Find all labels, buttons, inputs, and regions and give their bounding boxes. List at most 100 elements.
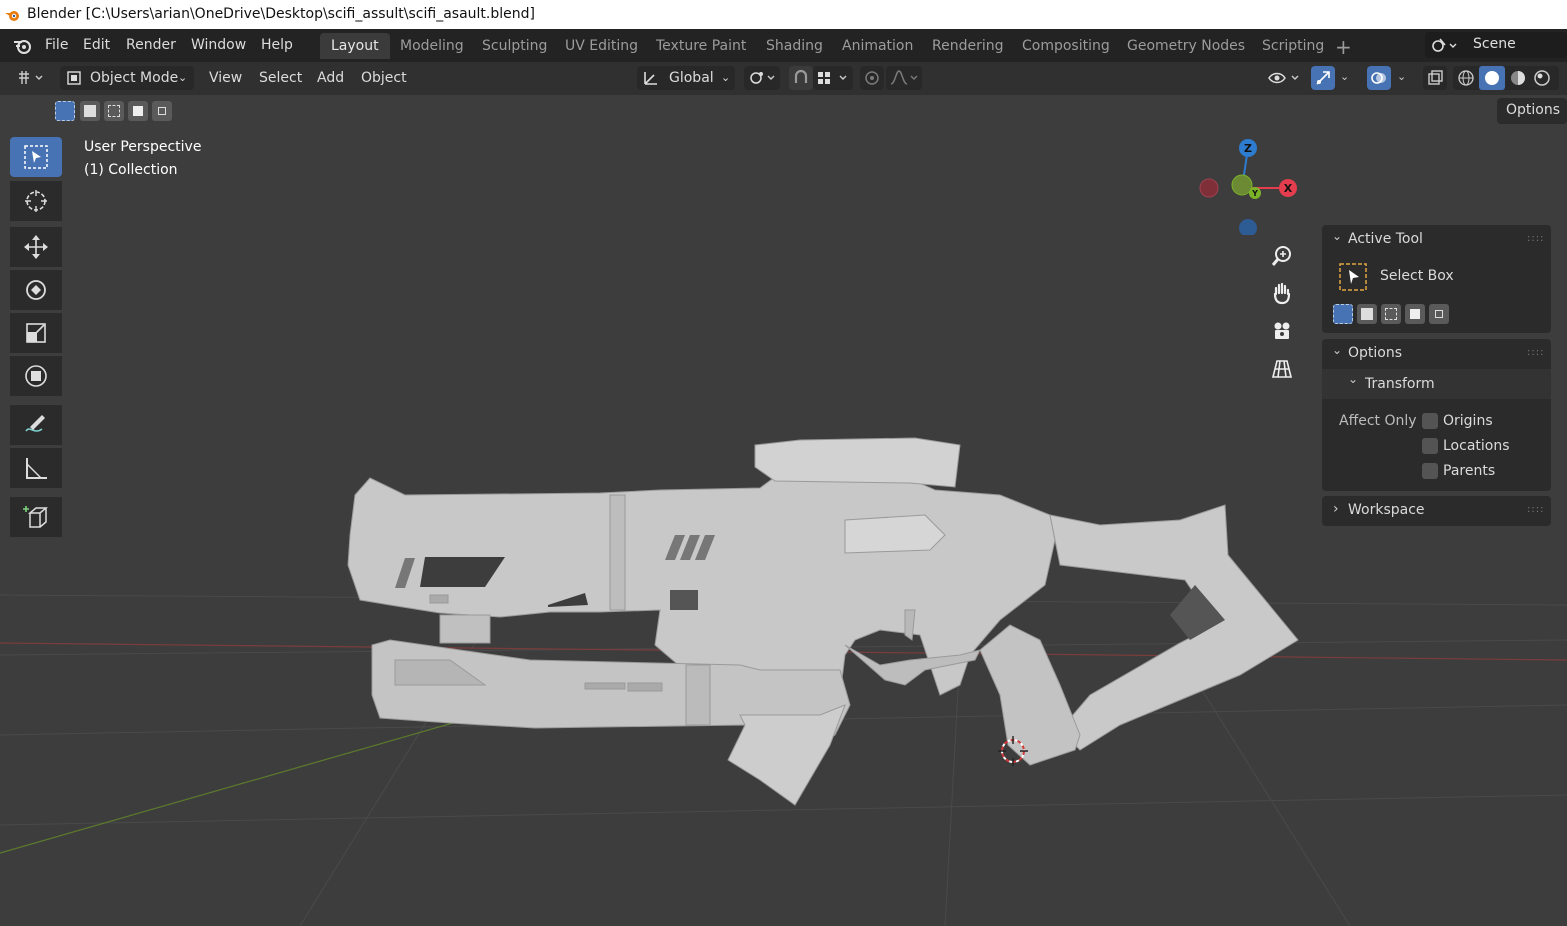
perspective-toggle-button[interactable] — [1264, 352, 1300, 386]
transform-heading: Transform — [1365, 376, 1435, 392]
proportional-toggle[interactable] — [860, 66, 884, 90]
tab-animation[interactable]: Animation — [831, 33, 924, 59]
tool-scale[interactable] — [10, 313, 62, 353]
tool-select-box[interactable] — [10, 137, 62, 177]
shading-solid-button[interactable] — [1479, 66, 1505, 90]
pivot-dropdown[interactable] — [744, 66, 780, 90]
tool-transform[interactable] — [10, 356, 62, 396]
chevron-down-icon[interactable]: ⌄ — [1332, 229, 1342, 243]
options-button[interactable]: Options — [1497, 98, 1567, 124]
menu-render[interactable]: Render — [126, 37, 176, 53]
gizmo-toggle[interactable] — [1311, 66, 1335, 90]
select-box-tool-icon — [1339, 263, 1367, 291]
options-heading[interactable]: Options — [1348, 345, 1402, 361]
overlay-icon — [1371, 72, 1386, 84]
origins-checkbox[interactable] — [1422, 413, 1438, 429]
select-extend-icon[interactable] — [80, 101, 100, 121]
snap-icon — [794, 69, 808, 83]
snap-increment-icon — [818, 72, 847, 84]
overlay-toggle[interactable] — [1367, 66, 1391, 90]
select-invert-icon[interactable] — [128, 101, 148, 121]
select-set-icon[interactable] — [1333, 304, 1353, 324]
locations-checkbox[interactable] — [1422, 438, 1438, 454]
tab-sculpting[interactable]: Sculpting — [471, 33, 558, 59]
chevron-down-icon[interactable]: ⌄ — [1332, 343, 1342, 357]
visibility-dropdown[interactable] — [1265, 66, 1305, 90]
menu-file[interactable]: File — [45, 37, 68, 53]
camera-view-button[interactable] — [1264, 314, 1300, 348]
tool-measure[interactable] — [10, 448, 62, 488]
xray-toggle[interactable] — [1423, 66, 1447, 90]
shading-wire-icon[interactable] — [1457, 69, 1475, 87]
tool-rotate[interactable] — [10, 270, 62, 310]
proportional-falloff-dropdown[interactable] — [886, 66, 922, 90]
snap-target-dropdown[interactable] — [813, 66, 853, 90]
select-intersect-icon[interactable] — [152, 101, 172, 121]
tool-move[interactable] — [10, 227, 62, 267]
select-subtract-icon[interactable] — [104, 101, 124, 121]
navigation-gizmo[interactable]: Z X Y — [1195, 135, 1305, 235]
tab-compositing[interactable]: Compositing — [1011, 33, 1121, 59]
chevron-down-icon[interactable]: ⌄ — [1340, 70, 1349, 83]
menu-window[interactable]: Window — [191, 37, 246, 53]
annotate-tool-icon — [25, 415, 45, 432]
snap-toggle[interactable] — [789, 66, 813, 90]
header-menu-view[interactable]: View — [209, 70, 242, 86]
tab-rendering[interactable]: Rendering — [921, 33, 1015, 59]
tool-add-cube[interactable] — [10, 497, 62, 537]
shading-material-icon[interactable] — [1509, 69, 1527, 87]
orientation-dropdown[interactable]: Global ⌄ — [637, 66, 735, 90]
mode-dropdown[interactable]: Object Mode ⌄ — [60, 66, 194, 90]
select-set-icon[interactable] — [55, 101, 75, 121]
tab-layout[interactable]: Layout — [320, 33, 390, 59]
active-tool-section: ⌄ Active Tool :::: Select Box — [1322, 225, 1551, 333]
object-mode-icon — [67, 71, 81, 85]
drag-grip-icon[interactable]: :::: — [1527, 347, 1544, 358]
tab-shading[interactable]: Shading — [755, 33, 834, 59]
measure-tool-icon — [26, 458, 47, 479]
tab-geometry-nodes[interactable]: Geometry Nodes — [1116, 33, 1256, 59]
hand-icon — [1273, 282, 1291, 305]
mode-label: Object Mode — [90, 70, 179, 86]
3d-viewport[interactable]: Options User Perspective (1) Collection … — [0, 95, 1567, 926]
rifle-mesh[interactable] — [347, 437, 1299, 806]
chevron-down-icon: ⌄ — [1348, 372, 1359, 386]
chevron-down-icon[interactable]: ⌄ — [1397, 70, 1406, 83]
tab-uv-editing[interactable]: UV Editing — [554, 33, 649, 59]
pan-button[interactable] — [1264, 276, 1300, 310]
select-invert-icon[interactable] — [1405, 304, 1425, 324]
viewport-header: Object Mode ⌄ View Select Add Object Glo… — [0, 62, 1567, 95]
add-workspace-icon[interactable]: + — [1335, 35, 1352, 59]
falloff-icon — [890, 70, 918, 85]
tool-annotate[interactable] — [10, 405, 62, 445]
header-menu-select[interactable]: Select — [259, 70, 302, 86]
tab-texture-paint[interactable]: Texture Paint — [645, 33, 757, 59]
select-extend-icon[interactable] — [1357, 304, 1377, 324]
tab-scripting[interactable]: Scripting — [1251, 33, 1335, 59]
parents-checkbox[interactable] — [1422, 463, 1438, 479]
collection-name: (1) Collection — [84, 162, 178, 178]
transform-subpanel-header[interactable]: ⌄ Transform — [1322, 369, 1551, 399]
tab-modeling[interactable]: Modeling — [389, 33, 475, 59]
visibility-icon — [1268, 72, 1299, 84]
blender-menu-icon[interactable] — [12, 37, 34, 55]
menu-edit[interactable]: Edit — [83, 37, 110, 53]
scene-selector[interactable]: Scene — [1425, 32, 1567, 58]
select-intersect-icon[interactable] — [1429, 304, 1449, 324]
menu-help[interactable]: Help — [261, 37, 293, 53]
window-titlebar: Blender [C:\Users\arian\OneDrive\Desktop… — [0, 0, 1567, 29]
tool-cursor[interactable] — [10, 181, 62, 221]
drag-grip-icon[interactable]: :::: — [1527, 233, 1544, 244]
select-subtract-icon[interactable] — [1381, 304, 1401, 324]
gizmo-x-label: X — [1284, 182, 1293, 195]
select-box-tool-icon — [24, 145, 48, 169]
active-tool-heading[interactable]: Active Tool — [1348, 231, 1423, 247]
header-menu-add[interactable]: Add — [317, 70, 344, 86]
header-menu-object[interactable]: Object — [361, 70, 407, 86]
drag-grip-icon[interactable]: :::: — [1527, 504, 1544, 515]
shading-rendered-icon[interactable] — [1533, 69, 1551, 87]
workspace-section[interactable]: › Workspace :::: — [1322, 496, 1551, 526]
zoom-button[interactable] — [1264, 239, 1300, 273]
xray-icon — [1428, 70, 1443, 85]
editor-type-button[interactable] — [10, 66, 50, 90]
